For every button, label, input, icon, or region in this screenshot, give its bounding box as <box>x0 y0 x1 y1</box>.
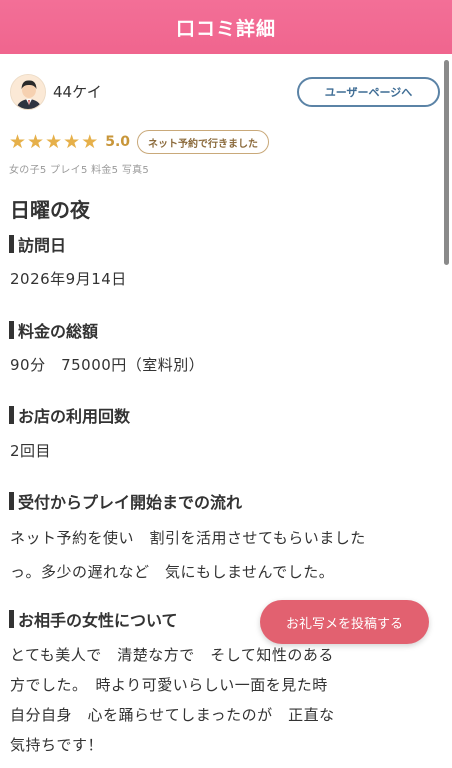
page-title: 口コミ詳細 <box>175 17 276 40</box>
heading-bar-icon <box>9 406 14 424</box>
section-heading-flow: 受付からプレイ開始までの流れ <box>9 489 242 513</box>
heading-bar-icon <box>9 492 14 510</box>
section-text-visit-date: 2026年9月14日 <box>10 264 442 294</box>
text-line: 2回目 <box>10 442 52 460</box>
text-line: とても美人で 清楚な方で そして知性のある <box>10 646 334 664</box>
sub-scores: 女の子5 プレイ5 料金5 写真5 <box>9 165 150 176</box>
header-bar: 口コミ詳細 <box>0 0 452 54</box>
visit-method-badge: ネット予約で行きました <box>137 130 270 154</box>
section-text-partner: とても美人で 清楚な方で そして知性のある 方でした。 時より可愛いらしい一面を… <box>10 640 442 760</box>
text-line: 90分 75000円（室料別） <box>10 356 205 374</box>
rating-score: 5.0 <box>105 134 131 150</box>
section-heading-total-price: 料金の総額 <box>9 318 98 342</box>
heading-bar-icon <box>9 235 14 253</box>
rating-row: ★ ★ ★ ★ ★ 5.0 ネット予約で行きました <box>9 128 270 156</box>
scrollbar[interactable] <box>444 60 449 265</box>
section-heading-text: 料金の総額 <box>18 322 99 341</box>
avatar[interactable] <box>10 74 46 110</box>
reviewer-name[interactable]: 44ケイ <box>53 81 102 102</box>
text-line: 方でした。 時より可愛いらしい一面を見た時 <box>10 676 328 694</box>
reviewer-row: 44ケイ ユーザーページへ <box>10 72 440 116</box>
star-rating: ★ ★ ★ ★ ★ <box>9 130 99 153</box>
section-text-total-price: 90分 75000円（室料別） <box>10 350 442 380</box>
text-line: 自分自身 心を踊らせてしまったのが 正直な <box>10 706 335 724</box>
section-heading-text: 訪問日 <box>18 236 67 255</box>
star-icon: ★ <box>27 130 45 153</box>
user-page-button[interactable]: ユーザーページへ <box>297 77 440 107</box>
section-heading-visit-count: お店の利用回数 <box>9 403 130 427</box>
section-heading-partner: お相手の女性について <box>9 607 178 631</box>
star-icon: ★ <box>63 130 81 153</box>
text-line: 気持ちです！ <box>10 736 104 754</box>
section-text-flow: ネット予約を使い 割引を活用させてもらいました っ。多少の遅れなど 気にもしませ… <box>10 521 442 589</box>
section-text-visit-count: 2回目 <box>10 436 442 466</box>
avatar-icon <box>11 75 45 109</box>
section-heading-text: お相手の女性について <box>18 611 178 630</box>
section-heading-text: お店の利用回数 <box>18 407 131 426</box>
star-icon: ★ <box>9 130 27 153</box>
heading-bar-icon <box>9 610 14 628</box>
section-heading-text: 受付からプレイ開始までの流れ <box>18 493 243 512</box>
text-line: っ。多少の遅れなど 気にもしませんでした。 <box>10 563 335 581</box>
text-line: 2026年9月14日 <box>10 270 127 288</box>
review-title: 日曜の夜 <box>10 198 90 222</box>
heading-bar-icon <box>9 321 14 339</box>
star-icon: ★ <box>81 130 99 153</box>
star-icon: ★ <box>45 130 63 153</box>
post-thanks-photo-button[interactable]: お礼写メを投稿する <box>260 600 429 644</box>
text-line: ネット予約を使い 割引を活用させてもらいました <box>10 529 366 547</box>
section-heading-visit-date: 訪問日 <box>9 232 66 256</box>
